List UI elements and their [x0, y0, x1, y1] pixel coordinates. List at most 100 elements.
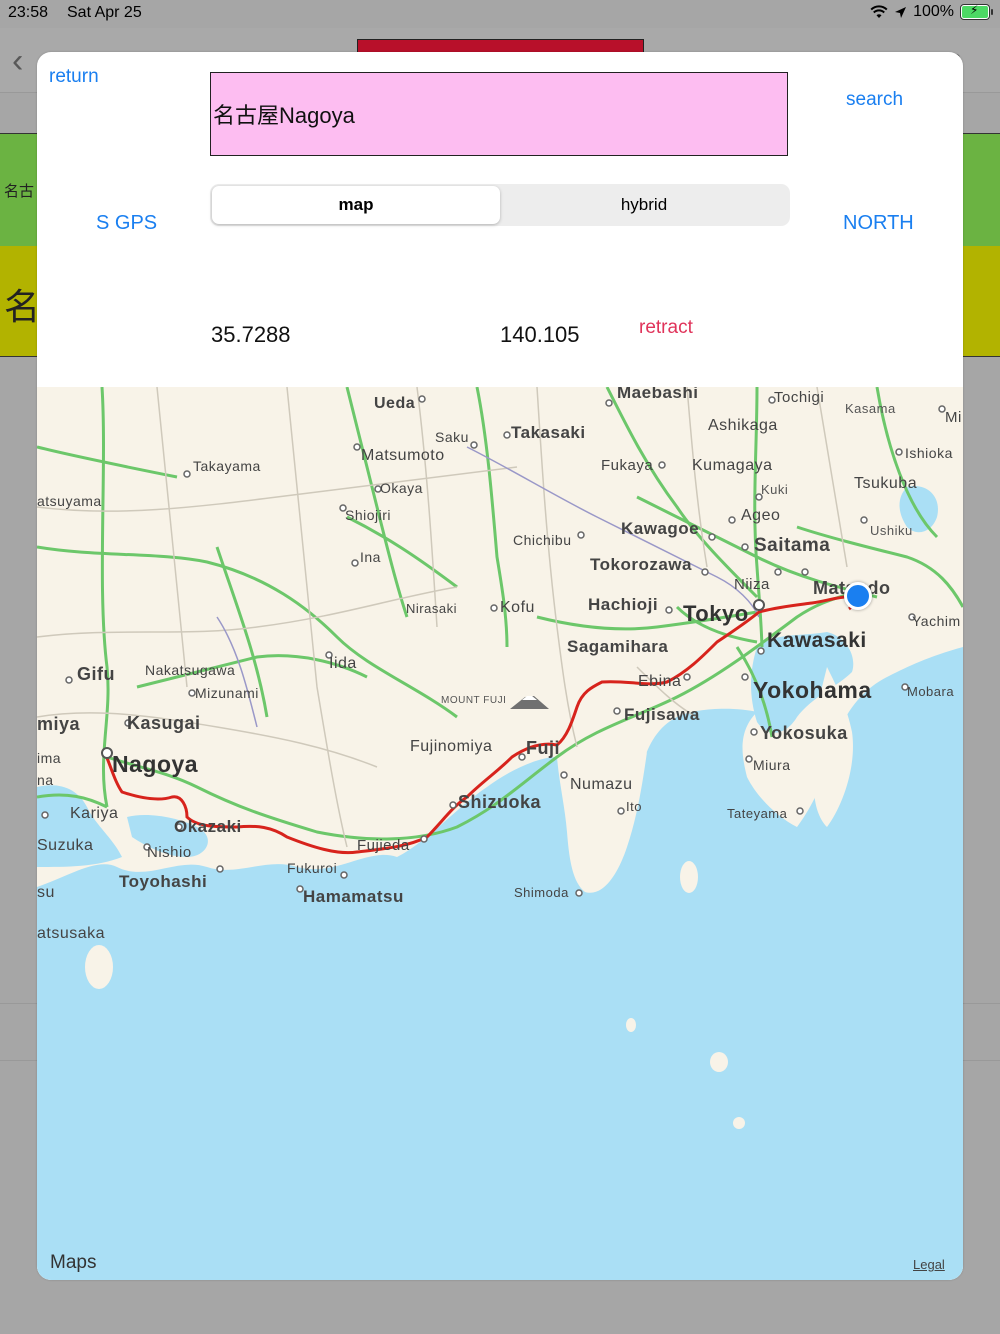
island — [733, 1117, 745, 1129]
map-type-segmented-control: map hybrid — [210, 184, 790, 226]
longitude-value: 140.105 — [500, 322, 580, 347]
island — [680, 861, 698, 893]
map-label: Gifu — [77, 664, 115, 684]
retract-button[interactable]: retract — [639, 317, 693, 339]
map-label: Toyohashi — [119, 872, 208, 891]
map-label: Fukuroi — [287, 860, 338, 876]
wifi-icon — [870, 5, 888, 18]
map-label: Ushiku — [870, 523, 913, 538]
nagoya-marker — [101, 747, 113, 759]
status-bar: 23:58 Sat Apr 25 100% ⚡ — [0, 0, 1000, 28]
segment-map[interactable]: map — [212, 186, 500, 224]
map-label: Kariya — [70, 805, 119, 822]
map-label: Ashikaga — [708, 417, 778, 434]
map-label: Mi — [945, 409, 962, 426]
map-label: atsuyama — [37, 493, 102, 509]
tokyo-marker — [753, 599, 765, 611]
map-label: Yokosuka — [760, 723, 848, 743]
map-label: Niiza — [734, 576, 770, 593]
map-label: Takasaki — [511, 423, 586, 442]
map-label: Kofu — [500, 599, 535, 616]
battery-icon: ⚡ — [960, 3, 993, 20]
map-label: Ito — [626, 799, 642, 814]
map-label: Maebashi — [617, 387, 699, 402]
map-label: ima — [37, 750, 62, 766]
chevron-left-icon: ‹ — [12, 42, 24, 80]
map-label: Miura — [753, 757, 791, 773]
map-label: Kuki — [761, 482, 789, 497]
status-time: 23:58 — [8, 4, 49, 21]
maps-attribution: Maps — [50, 1252, 96, 1274]
map-label: Shiojiri — [345, 507, 392, 523]
map-label: Kumagaya — [692, 457, 773, 474]
map-label: Sagamihara — [567, 637, 669, 656]
map-label: Shizuoka — [458, 792, 542, 812]
segment-hybrid[interactable]: hybrid — [500, 186, 788, 224]
map-label: Hachioji — [588, 595, 659, 614]
map-label: Chichibu — [513, 532, 572, 548]
user-location-dot — [844, 582, 872, 610]
map-label: atsusaka — [37, 925, 106, 942]
map-label: Matsumoto — [361, 447, 445, 464]
map-label: Ishioka — [905, 445, 953, 461]
map-label: Saku — [435, 429, 469, 445]
map-label: su — [37, 884, 55, 901]
map-modal: return search map hybrid S GPS NORTH 35.… — [37, 52, 963, 1280]
map-label: Suzuka — [37, 837, 94, 854]
legal-link[interactable]: Legal — [913, 1257, 945, 1272]
return-button[interactable]: return — [49, 66, 99, 88]
map-label: Ebina — [638, 673, 682, 690]
status-indicators: 100% ⚡ — [870, 3, 993, 21]
map-label: Nakatsugawa — [145, 662, 236, 678]
map-label: Kasugai — [127, 713, 201, 733]
map-label: Fujieda — [357, 837, 410, 854]
map-label: Fuji — [526, 738, 560, 758]
map-label: Mobara — [907, 684, 955, 699]
north-button[interactable]: NORTH — [843, 212, 914, 235]
map-label: Tochigi — [774, 389, 825, 406]
battery-percent: 100% — [913, 3, 954, 20]
map-view[interactable]: Maebashi Tochigi Kasama Mi Ueda Saku Tak… — [37, 387, 963, 1280]
map-label: Tokorozawa — [590, 555, 692, 574]
map-label: Okazaki — [174, 817, 242, 836]
map-label: Nishio — [147, 844, 192, 861]
map-label: Ageo — [741, 507, 781, 524]
map-label: Fujinomiya — [410, 738, 493, 755]
map-label: Tateyama — [727, 806, 788, 821]
background-green-row-text: 名古 — [4, 183, 35, 200]
map-label: Numazu — [570, 776, 633, 793]
map-label: Kasama — [845, 401, 896, 416]
map-label: Tsukuba — [854, 475, 918, 492]
map-label: Fukaya — [601, 457, 654, 474]
map-label: Tokyo — [683, 601, 749, 626]
map-label: Mizunami — [195, 685, 259, 701]
map-label: Saitama — [754, 535, 831, 556]
background-yellow-row-text: 名 — [4, 286, 41, 327]
s-gps-button[interactable]: S GPS — [96, 212, 157, 235]
map-label: miya — [37, 714, 81, 734]
island — [626, 1018, 636, 1032]
island — [710, 1052, 728, 1072]
search-input[interactable] — [210, 72, 788, 156]
map-label: Shimoda — [514, 885, 569, 900]
map-label: Ueda — [374, 395, 416, 412]
map-label: Fujisawa — [624, 705, 700, 724]
map-label: Iida — [329, 655, 357, 672]
maps-attribution-text: Maps — [50, 1252, 97, 1273]
map-label: Yachim — [912, 613, 961, 629]
map-label: Nagoya — [112, 751, 199, 777]
island — [85, 945, 113, 989]
status-date: Sat Apr 25 — [67, 4, 142, 21]
map-label: Nirasaki — [406, 601, 457, 616]
map-label: Yokohama — [753, 677, 872, 703]
map-label: Okaya — [380, 480, 423, 496]
map-label: MOUNT FUJI — [441, 695, 507, 706]
search-button[interactable]: search — [846, 89, 903, 111]
location-arrow-icon — [895, 6, 907, 18]
latitude-value: 35.7288 — [211, 322, 291, 347]
map-label: Kawasaki — [767, 629, 867, 652]
map-label: Takayama — [193, 458, 261, 474]
map-label: Ina — [360, 549, 381, 565]
map-label: Kawagoe — [621, 519, 700, 538]
map-label: na — [37, 772, 54, 788]
